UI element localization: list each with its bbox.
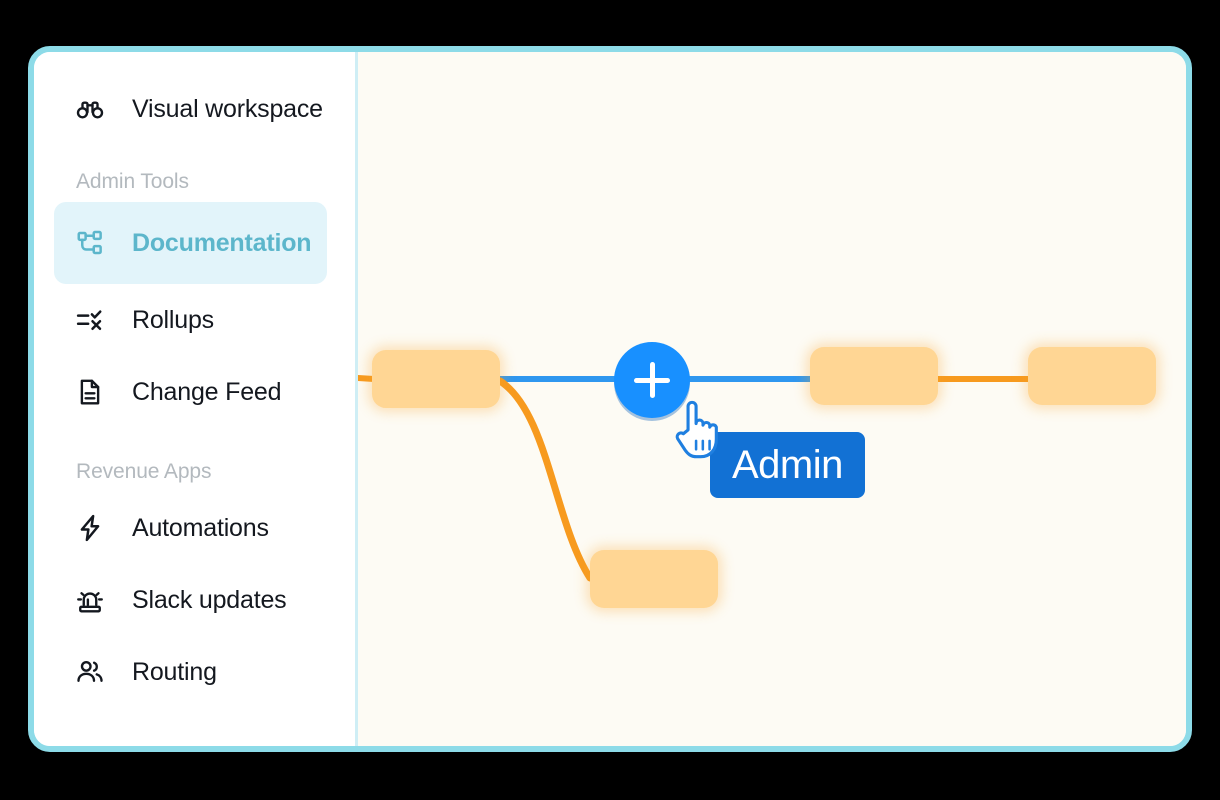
list-checks-icon bbox=[74, 304, 106, 336]
app-window: Visual workspace Admin Tools Documentati… bbox=[28, 46, 1192, 752]
plus-icon-vertical bbox=[649, 362, 655, 398]
sidebar: Visual workspace Admin Tools Documentati… bbox=[34, 52, 358, 746]
flow-canvas[interactable]: Admin bbox=[358, 52, 1186, 746]
sidebar-item-label-automations: Automations bbox=[132, 513, 269, 542]
node-card-2[interactable] bbox=[810, 347, 938, 405]
sidebar-item-label-rollups: Rollups bbox=[132, 305, 214, 334]
sidebar-item-label-slack-updates: Slack updates bbox=[132, 585, 287, 614]
node-card-4[interactable] bbox=[590, 550, 718, 608]
sidebar-section-label-admin-tools: Admin Tools bbox=[76, 170, 189, 193]
sidebar-section-label-revenue-apps: Revenue Apps bbox=[76, 460, 212, 483]
sidebar-item-label-routing: Routing bbox=[132, 657, 217, 686]
sidebar-brand-label: Visual workspace bbox=[132, 94, 323, 123]
sidebar-item-documentation[interactable]: Documentation bbox=[54, 202, 327, 284]
sitemap-icon bbox=[74, 227, 106, 259]
sidebar-item-rollups[interactable]: Rollups bbox=[34, 284, 355, 356]
add-node-button[interactable] bbox=[614, 342, 690, 418]
node-card-1[interactable] bbox=[372, 350, 500, 408]
sidebar-item-label-documentation: Documentation bbox=[132, 228, 312, 257]
document-icon bbox=[74, 376, 106, 408]
sidebar-item-slack-updates[interactable]: Slack updates bbox=[34, 564, 355, 636]
sidebar-item-routing[interactable]: Routing bbox=[34, 636, 355, 708]
users-icon bbox=[74, 656, 106, 688]
sidebar-item-change-feed[interactable]: Change Feed bbox=[34, 356, 355, 428]
binoculars-icon bbox=[74, 93, 106, 125]
user-label-badge: Admin bbox=[710, 432, 865, 498]
user-label-text: Admin bbox=[732, 443, 843, 487]
node-card-3[interactable] bbox=[1028, 347, 1156, 405]
sidebar-item-label-change-feed: Change Feed bbox=[132, 377, 282, 406]
siren-icon bbox=[74, 584, 106, 616]
sidebar-brand[interactable]: Visual workspace bbox=[34, 80, 355, 138]
sidebar-item-automations[interactable]: Automations bbox=[34, 492, 355, 564]
lightning-bolt-icon bbox=[74, 512, 106, 544]
